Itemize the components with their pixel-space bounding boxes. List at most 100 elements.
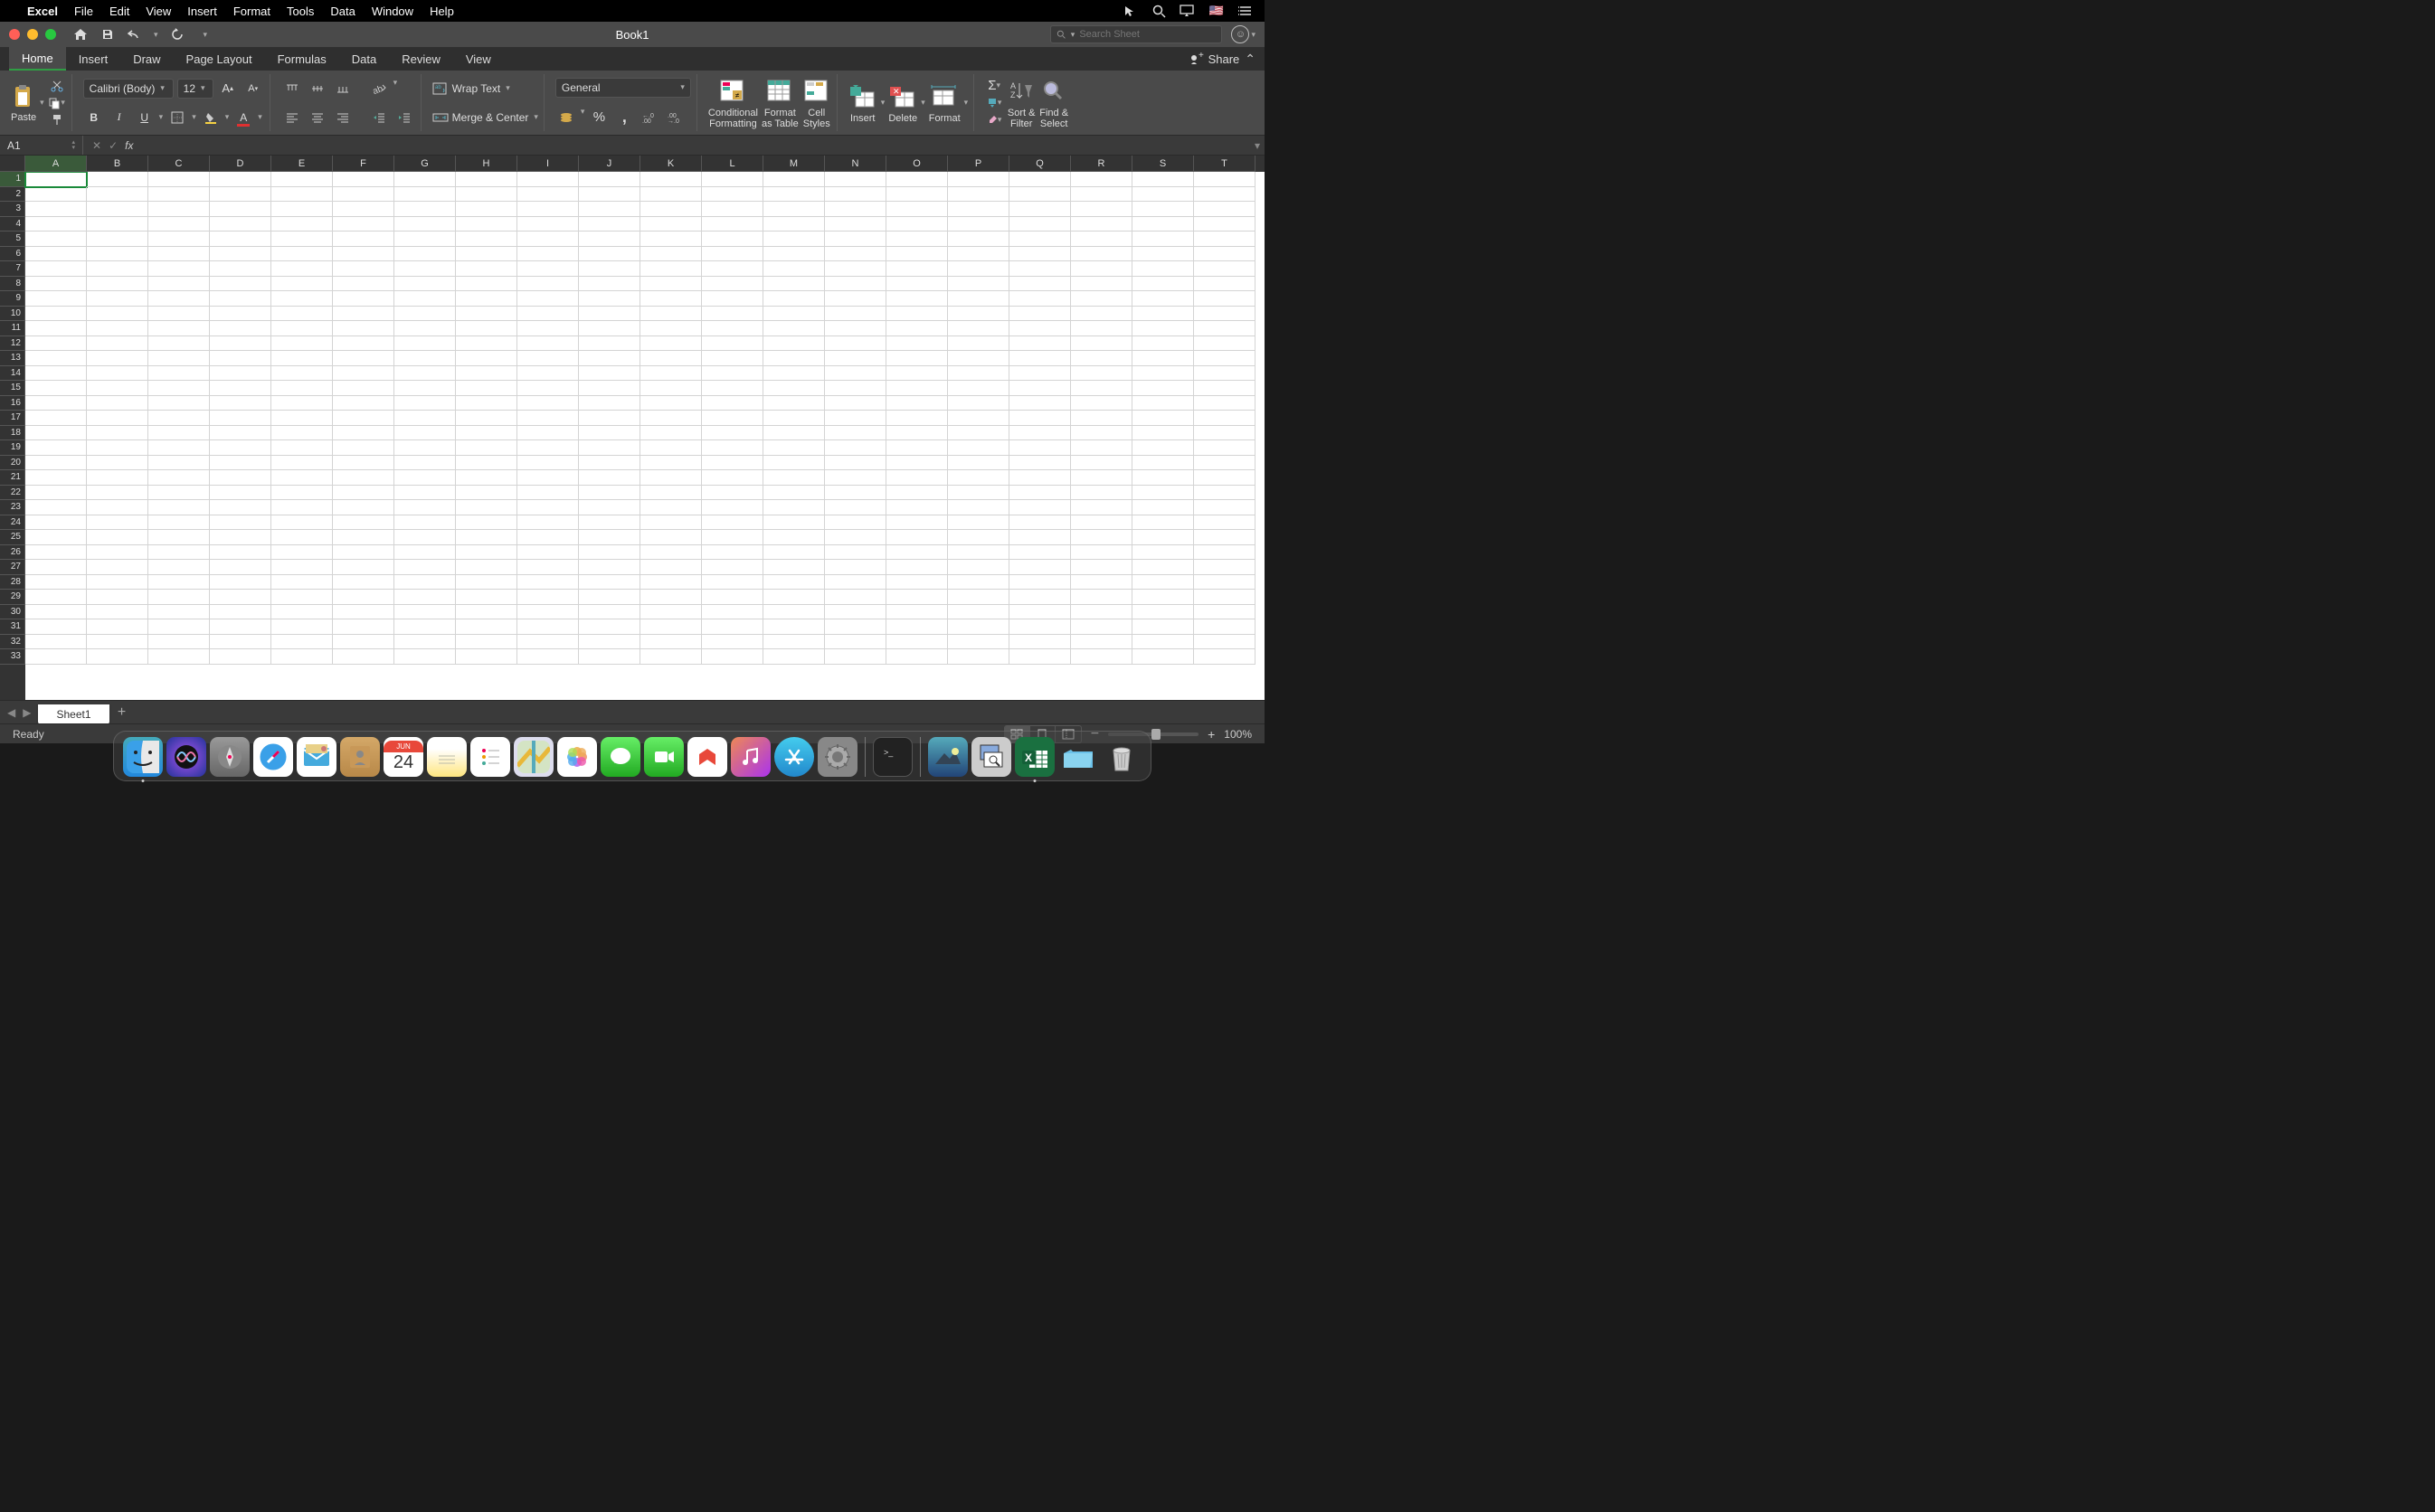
cell-M12[interactable] [763,336,825,352]
cell-F20[interactable] [333,456,394,471]
cell-Q32[interactable] [1009,635,1071,650]
cell-H12[interactable] [456,336,517,352]
cell-K10[interactable] [640,307,702,322]
cell-L17[interactable] [702,411,763,426]
cell-L18[interactable] [702,426,763,441]
tab-review[interactable]: Review [389,47,453,71]
cell-L25[interactable] [702,530,763,545]
cell-P29[interactable] [948,590,1009,605]
cell-G29[interactable] [394,590,456,605]
cell-C7[interactable] [148,261,210,277]
cell-H32[interactable] [456,635,517,650]
cell-L3[interactable] [702,202,763,217]
cell-A24[interactable] [25,515,87,531]
cell-P6[interactable] [948,247,1009,262]
cell-K11[interactable] [640,321,702,336]
cell-F6[interactable] [333,247,394,262]
cell-I9[interactable] [517,291,579,307]
cell-F7[interactable] [333,261,394,277]
cell-N27[interactable] [825,560,886,575]
cell-L31[interactable] [702,619,763,635]
cell-A31[interactable] [25,619,87,635]
cut-button[interactable] [48,78,66,95]
cell-N3[interactable] [825,202,886,217]
column-header-M[interactable]: M [763,156,825,172]
cell-E27[interactable] [271,560,333,575]
italic-button[interactable]: I [109,107,130,128]
row-header-15[interactable]: 15 [0,381,25,396]
save-icon[interactable] [99,26,116,43]
cell-Q21[interactable] [1009,470,1071,486]
cell-P2[interactable] [948,187,1009,203]
cell-P12[interactable] [948,336,1009,352]
align-top-button[interactable] [281,78,303,99]
cell-Q25[interactable] [1009,530,1071,545]
cell-A3[interactable] [25,202,87,217]
cell-C18[interactable] [148,426,210,441]
cell-K22[interactable] [640,486,702,501]
cell-O24[interactable] [886,515,948,531]
cell-A4[interactable] [25,217,87,232]
cell-J23[interactable] [579,500,640,515]
cell-O22[interactable] [886,486,948,501]
cell-E7[interactable] [271,261,333,277]
cell-S13[interactable] [1132,351,1194,366]
cell-B28[interactable] [87,575,148,591]
add-sheet-button[interactable]: + [109,704,135,721]
menu-data[interactable]: Data [330,5,355,18]
cell-N7[interactable] [825,261,886,277]
cell-F28[interactable] [333,575,394,591]
cell-O29[interactable] [886,590,948,605]
cell-S15[interactable] [1132,381,1194,396]
cell-C17[interactable] [148,411,210,426]
row-header-33[interactable]: 33 [0,649,25,665]
row-header-22[interactable]: 22 [0,486,25,501]
cell-C4[interactable] [148,217,210,232]
cell-R3[interactable] [1071,202,1132,217]
row-header-10[interactable]: 10 [0,307,25,322]
cell-Q28[interactable] [1009,575,1071,591]
cell-F9[interactable] [333,291,394,307]
cell-F31[interactable] [333,619,394,635]
dock-photos[interactable] [557,737,597,777]
cell-Q33[interactable] [1009,649,1071,665]
cell-B7[interactable] [87,261,148,277]
cell-O16[interactable] [886,396,948,411]
cell-B19[interactable] [87,440,148,456]
cell-Q4[interactable] [1009,217,1071,232]
cell-N16[interactable] [825,396,886,411]
cell-H8[interactable] [456,277,517,292]
cell-I28[interactable] [517,575,579,591]
cell-L20[interactable] [702,456,763,471]
cell-O31[interactable] [886,619,948,635]
cell-B25[interactable] [87,530,148,545]
cell-M16[interactable] [763,396,825,411]
cell-K28[interactable] [640,575,702,591]
cell-O25[interactable] [886,530,948,545]
cell-J3[interactable] [579,202,640,217]
cell-Q13[interactable] [1009,351,1071,366]
cell-I25[interactable] [517,530,579,545]
cell-B14[interactable] [87,366,148,382]
cell-D3[interactable] [210,202,271,217]
cell-K18[interactable] [640,426,702,441]
cell-M8[interactable] [763,277,825,292]
cell-J31[interactable] [579,619,640,635]
menu-window[interactable]: Window [372,5,413,18]
cell-P27[interactable] [948,560,1009,575]
cell-F30[interactable] [333,605,394,620]
column-header-K[interactable]: K [640,156,702,172]
cell-G7[interactable] [394,261,456,277]
cell-M3[interactable] [763,202,825,217]
dock-screenshot[interactable] [928,737,968,777]
cell-O23[interactable] [886,500,948,515]
cell-E24[interactable] [271,515,333,531]
cell-S12[interactable] [1132,336,1194,352]
fx-button[interactable]: fx [125,139,133,152]
cell-B20[interactable] [87,456,148,471]
cell-G2[interactable] [394,187,456,203]
cell-F8[interactable] [333,277,394,292]
cell-Q14[interactable] [1009,366,1071,382]
zoom-level[interactable]: 100% [1224,728,1252,741]
accounting-format-button[interactable] [555,107,577,128]
